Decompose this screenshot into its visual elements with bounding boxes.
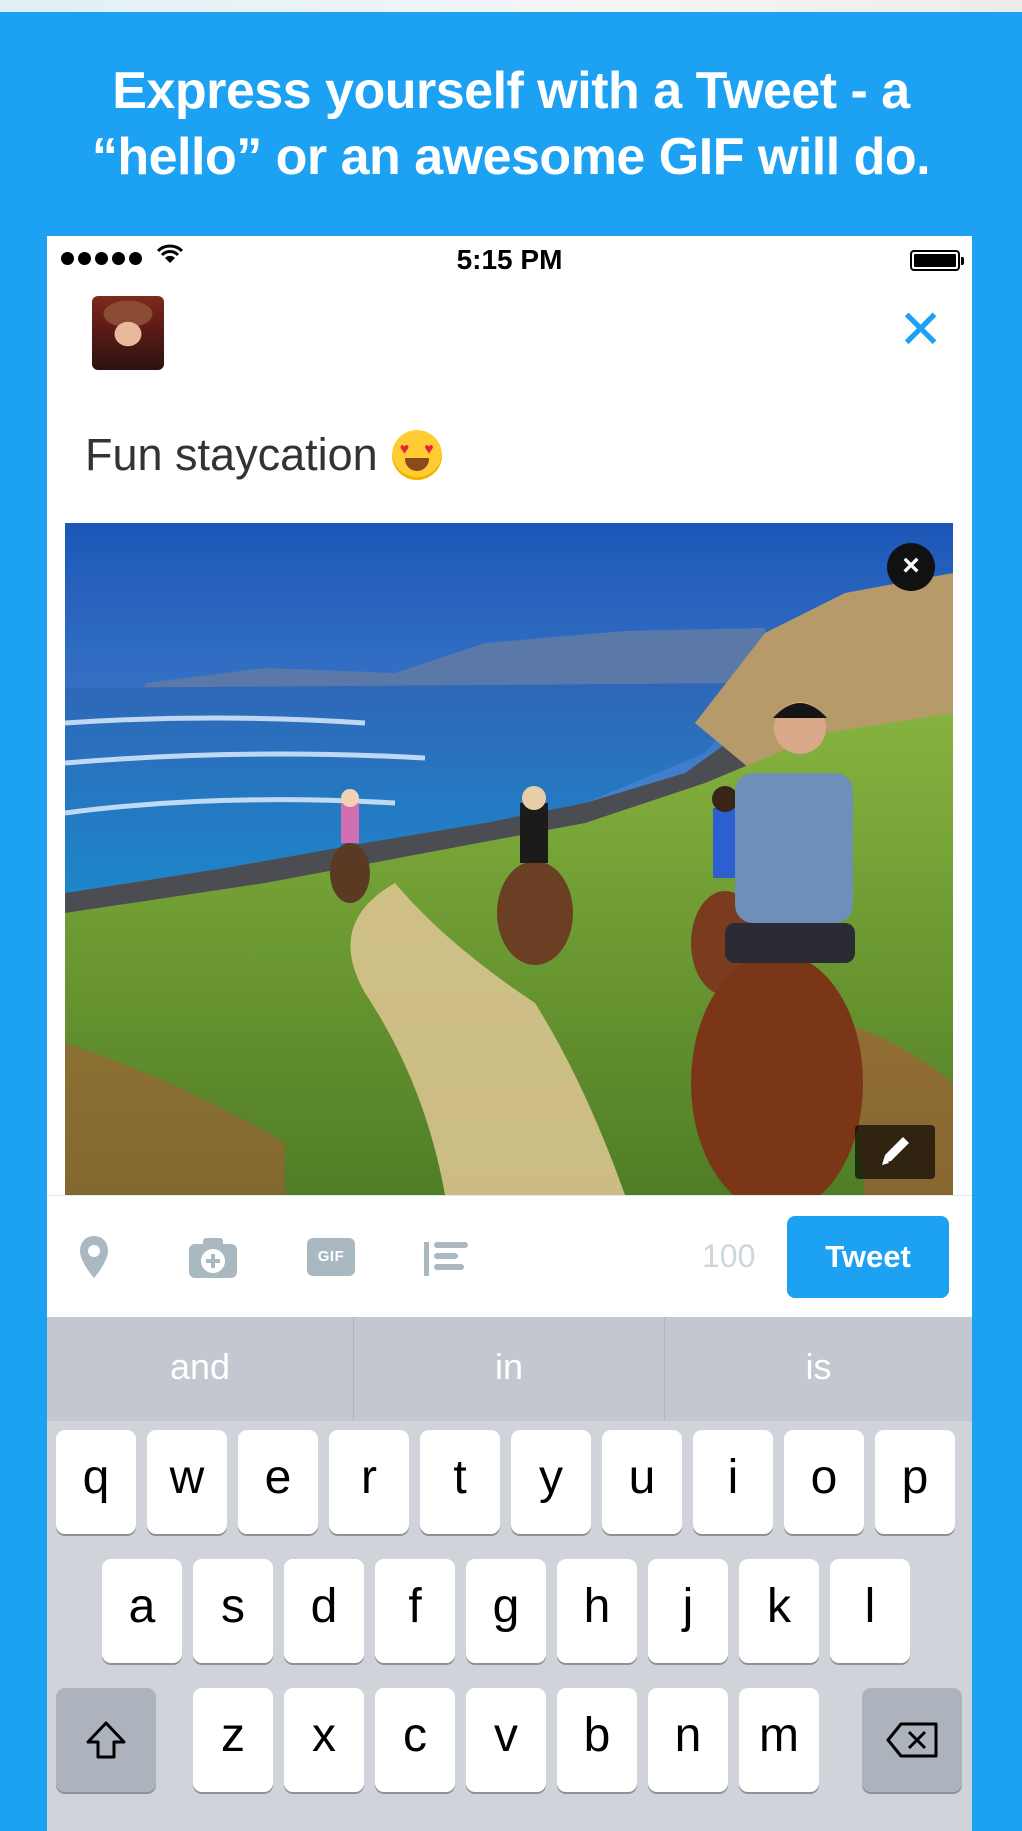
key-v[interactable]: v [466,1688,546,1792]
key-c[interactable]: c [375,1688,455,1792]
shift-icon [86,1721,126,1759]
gif-button[interactable]: GIF [307,1238,355,1276]
key-l[interactable]: l [830,1559,910,1663]
key-a[interactable]: a [102,1559,182,1663]
prediction-3[interactable]: is [665,1317,972,1421]
status-time: 5:15 PM [456,244,563,275]
key-u[interactable]: u [602,1430,682,1534]
keyboard: q w e r t y u i o p a s d f g h j k l z … [47,1421,972,1831]
backspace-icon [886,1722,938,1758]
key-e[interactable]: e [238,1430,318,1534]
remove-media-button[interactable]: × [887,543,935,591]
key-r[interactable]: r [329,1430,409,1534]
backspace-key[interactable] [862,1688,962,1792]
headline-line-1: Express yourself with a Tweet - a [112,62,910,120]
attached-photo[interactable]: × [65,523,953,1195]
character-count: 100 [702,1238,756,1274]
compose-text: Fun staycation [85,429,378,480]
battery-icon [910,250,964,271]
poll-icon[interactable] [422,1234,472,1282]
close-icon[interactable]: ✕ [898,303,943,357]
beach-horseback-photo [65,523,953,1195]
prediction-2[interactable]: in [354,1317,664,1421]
prediction-1[interactable]: and [47,1317,353,1421]
shift-key[interactable] [56,1688,156,1792]
key-z[interactable]: z [193,1688,273,1792]
compose-toolbar: GIF 100 Tweet [47,1195,972,1318]
key-n[interactable]: n [648,1688,728,1792]
key-d[interactable]: d [284,1559,364,1663]
key-k[interactable]: k [739,1559,819,1663]
key-o[interactable]: o [784,1430,864,1534]
key-p[interactable]: p [875,1430,955,1534]
key-h[interactable]: h [557,1559,637,1663]
heart-eyes-emoji-icon: ♥ ♥ [391,430,442,480]
user-avatar[interactable] [92,296,164,370]
key-j[interactable]: j [648,1559,728,1663]
predictive-text-bar: and in is [47,1317,972,1421]
promo-headline: Express yourself with a Tweet - a “hello… [0,58,1022,190]
tweet-button[interactable]: Tweet [787,1216,949,1298]
key-f[interactable]: f [375,1559,455,1663]
compose-text-field[interactable]: Fun staycation ♥ ♥ [85,429,442,481]
camera-icon[interactable] [187,1234,239,1282]
key-w[interactable]: w [147,1430,227,1534]
key-x[interactable]: x [284,1688,364,1792]
key-q[interactable]: q [56,1430,136,1534]
key-t[interactable]: t [420,1430,500,1534]
key-i[interactable]: i [693,1430,773,1534]
phone-screen: 5:15 PM ✕ Fun staycation ♥ ♥ × GIF 100 T… [47,236,972,1831]
key-s[interactable]: s [193,1559,273,1663]
edit-media-button[interactable] [855,1125,935,1179]
window-top-strip [0,0,1022,12]
key-b[interactable]: b [557,1688,637,1792]
key-y[interactable]: y [511,1430,591,1534]
key-g[interactable]: g [466,1559,546,1663]
headline-line-2: “hello” or an awesome GIF will do. [91,128,931,186]
location-pin-icon[interactable] [77,1234,111,1282]
key-m[interactable]: m [739,1688,819,1792]
status-bar: 5:15 PM [47,236,972,280]
pencil-icon [882,1137,909,1165]
